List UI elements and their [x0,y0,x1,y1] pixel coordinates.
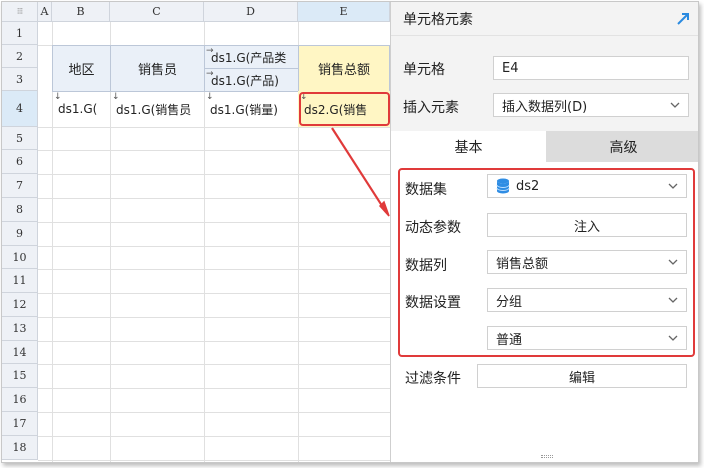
expand-down-icon: ↓ [54,92,62,102]
filter-edit-button[interactable]: 编辑 [477,364,687,388]
row-header-13[interactable]: 13 [2,317,38,341]
grid-line [38,222,390,223]
row-header-8[interactable]: 8 [2,198,38,222]
column-header-e[interactable]: E [298,2,390,22]
row-header-5[interactable]: 5 [2,127,38,150]
insert-element-label: 插入元素 [403,100,459,116]
settings-highlight-box [398,168,695,357]
cell-field[interactable]: E4 [493,56,689,80]
row-header-18[interactable]: 18 [2,436,38,460]
expand-right-icon: → [206,46,214,56]
cell-c4[interactable]: ds1.G(销售员 [110,91,204,127]
cell-d4[interactable]: ds1.G(销量) [204,91,298,127]
filter-label: 过滤条件 [405,371,461,387]
resize-handle[interactable] [541,455,553,458]
row-header-11[interactable]: 11 [2,269,38,293]
grid-line [38,198,390,199]
row-header-6[interactable]: 6 [2,150,38,174]
chevron-down-icon [670,102,680,108]
row-header-3[interactable]: 3 [2,68,38,91]
grid-line [38,150,390,151]
column-header-a[interactable]: A [38,2,52,22]
column-header-b[interactable]: B [52,2,110,22]
cell-label: 单元格 [403,62,445,78]
row-header-1[interactable]: 1 [2,22,38,45]
cell-c2-salesperson-header[interactable]: 销售员 [110,45,205,92]
column-header-d[interactable]: D [204,2,298,22]
spreadsheet: ⁝⁝⁝ A B C D E 1 2 3 4 5 6 7 8 9 10 11 12… [2,2,390,462]
grid-line [38,436,390,437]
grid-line [38,364,390,365]
cell-element-panel: 单元格元素 单元格 E4 插入元素 插入数据列(D) 基本 高级 数据集 ds2… [390,2,698,462]
row-header-17[interactable]: 17 [2,412,38,436]
expand-arrow-icon[interactable] [675,11,691,27]
row-header-10[interactable]: 10 [2,246,38,269]
grid-line [38,388,390,389]
panel-title-bar: 单元格元素 [391,2,698,36]
grid-line [38,317,390,318]
panel-title: 单元格元素 [403,11,473,28]
row-header-7[interactable]: 7 [2,174,38,198]
grid-line [38,127,390,128]
row-header-15[interactable]: 15 [2,364,38,388]
insert-element-dropdown[interactable]: 插入数据列(D) [493,93,689,117]
row-header-14[interactable]: 14 [2,341,38,364]
row-header-2[interactable]: 2 [2,45,38,68]
row-header-4[interactable]: 4 [2,91,38,127]
cell-b2-region-header[interactable]: 地区 [52,45,111,92]
grid-line [38,460,390,461]
grid-line [38,293,390,294]
app-window: ⁝⁝⁝ A B C D E 1 2 3 4 5 6 7 8 9 10 11 12… [1,1,699,463]
cell-d3-product[interactable]: ds1.G(产品) [204,68,299,92]
expand-right-icon: → [206,69,214,79]
row-header-16[interactable]: 16 [2,388,38,412]
tab-basic[interactable]: 基本 [391,131,546,162]
expand-down-icon: ↓ [206,92,214,102]
grid-line [38,269,390,270]
select-all-corner[interactable]: ⁝⁝⁝ [2,2,38,22]
selected-cell-highlight [299,92,390,126]
grid-dots-icon: ⁝⁝⁝ [16,6,24,17]
cell-e2-sales-total-header[interactable]: 销售总额 [298,45,390,92]
row-header-12[interactable]: 12 [2,293,38,317]
expand-down-icon: ↓ [112,92,120,102]
tab-advanced[interactable]: 高级 [546,131,698,162]
grid-line [38,412,390,413]
row-header-9[interactable]: 9 [2,222,38,246]
cell-d2-product-category[interactable]: ds1.G(产品类 [204,45,299,69]
grid-line [38,174,390,175]
grid-line [38,341,390,342]
column-header-c[interactable]: C [110,2,204,22]
grid-line [38,246,390,247]
panel-tabs: 基本 高级 [391,131,698,162]
